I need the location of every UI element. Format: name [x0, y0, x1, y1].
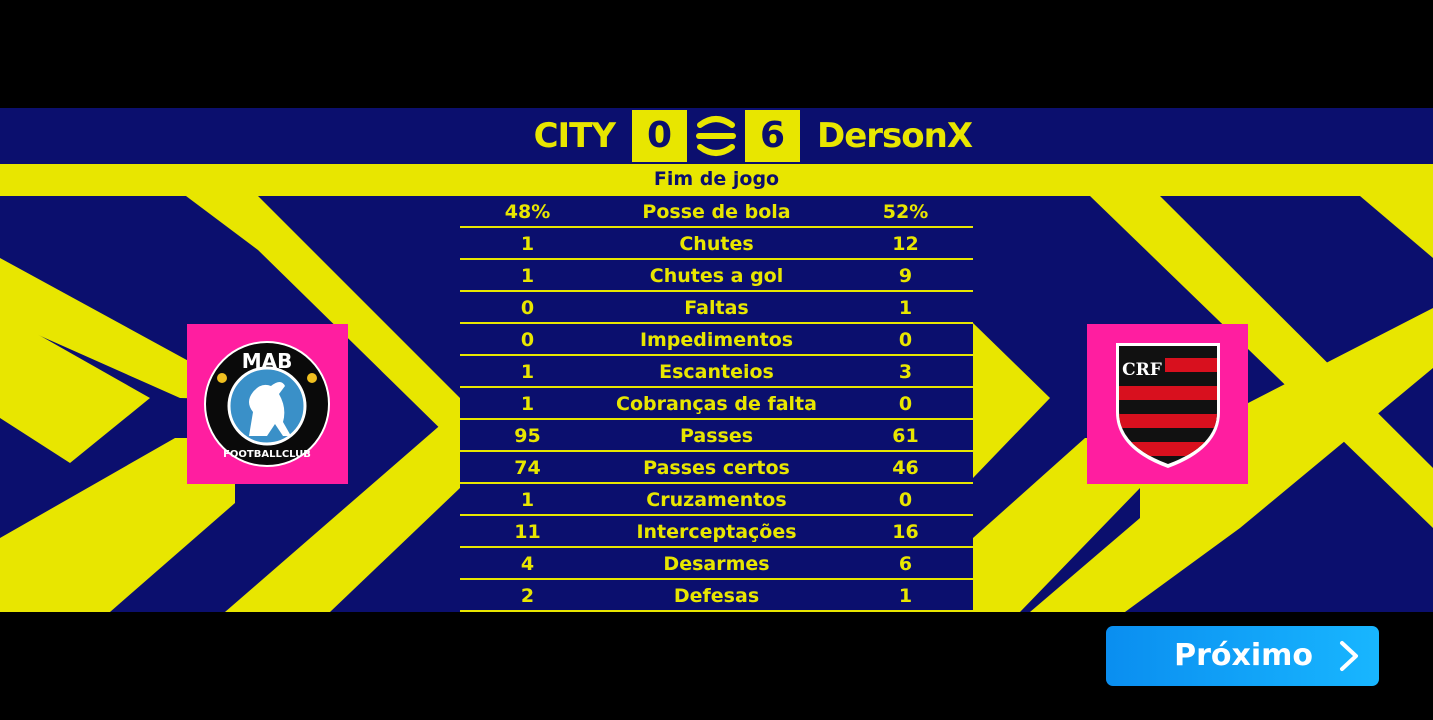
- scoreboard-bar: CITY 0 6 DersonX: [0, 108, 1433, 164]
- stat-away-value: 3: [898, 361, 913, 383]
- stat-label: Chutes: [679, 233, 754, 255]
- stat-home-value: 1: [520, 361, 535, 383]
- stat-row: 0 Faltas 1: [460, 292, 973, 324]
- stat-home-value: 0: [520, 329, 535, 351]
- stat-home-value: 2: [520, 585, 535, 607]
- stat-away-value: 52%: [882, 201, 929, 223]
- stat-row: 11 Interceptações 16: [460, 516, 973, 548]
- stat-away-value: 0: [898, 329, 913, 351]
- next-button-label: Próximo: [1174, 638, 1313, 673]
- stat-away-value: 12: [892, 233, 919, 255]
- stat-label: Posse de bola: [642, 201, 791, 223]
- stat-label: Interceptações: [636, 521, 797, 543]
- home-team-crest: MAB FOOTBALLCLUB: [187, 324, 348, 484]
- match-stats-table: 48% Posse de bola 52% 1 Chutes 12 1 Chutes a go…: [460, 196, 973, 610]
- stat-home-value: 1: [520, 489, 535, 511]
- crest-text-bottom: FOOTBALLCLUB: [223, 449, 311, 460]
- stat-home-value: 4: [520, 553, 535, 575]
- stat-away-value: 9: [898, 265, 913, 287]
- stat-home-value: 11: [514, 521, 541, 543]
- stat-row: 1 Cruzamentos 0: [460, 484, 973, 516]
- next-button[interactable]: Próximo: [1106, 626, 1379, 686]
- stat-row: 74 Passes certos 46: [460, 452, 973, 484]
- stat-label: Passes: [679, 425, 754, 447]
- away-team-name: DersonX: [817, 116, 973, 156]
- stat-row: 1 Chutes a gol 9: [460, 260, 973, 292]
- efootball-logo-icon: [696, 116, 736, 156]
- stat-home-value: 0: [520, 297, 535, 319]
- flamengo-crest-icon: CRF: [1116, 343, 1220, 468]
- stat-label: Impedimentos: [639, 329, 794, 351]
- stat-row: 4 Desarmes 6: [460, 548, 973, 580]
- crest-monogram: CRF: [1122, 360, 1162, 380]
- match-status-strip: Fim de jogo: [0, 164, 1433, 196]
- stat-away-value: 6: [898, 553, 913, 575]
- stat-label: Defesas: [673, 585, 760, 607]
- stat-away-value: 46: [892, 457, 919, 479]
- stat-label: Passes certos: [643, 457, 790, 479]
- home-score: 0: [632, 110, 687, 162]
- stat-label: Cruzamentos: [646, 489, 787, 511]
- stat-away-value: 61: [892, 425, 919, 447]
- stat-label: Cobranças de falta: [616, 393, 817, 415]
- stat-label: Faltas: [684, 297, 749, 319]
- match-status: Fim de jogo: [653, 168, 780, 190]
- stat-away-value: 1: [898, 297, 913, 319]
- stat-away-value: 1: [898, 585, 913, 607]
- stat-home-value: 1: [520, 233, 535, 255]
- stat-row: 48% Posse de bola 52%: [460, 196, 973, 228]
- home-team-name: CITY: [533, 116, 616, 156]
- stat-home-value: 1: [520, 265, 535, 287]
- stat-home-value: 1: [520, 393, 535, 415]
- stat-row: 0 Impedimentos 0: [460, 324, 973, 356]
- away-score: 6: [745, 110, 800, 162]
- crest-text-top: MAB: [242, 349, 293, 373]
- stat-label: Desarmes: [663, 553, 770, 575]
- mab-football-club-crest-icon: MAB FOOTBALLCLUB: [204, 341, 330, 467]
- stat-label: Escanteios: [659, 361, 774, 383]
- away-team-crest: CRF: [1087, 324, 1248, 484]
- stat-away-value: 16: [892, 521, 919, 543]
- chevron-right-icon: [1340, 641, 1358, 671]
- results-screen: CITY 0 6 DersonX Fim de jogo 48% Posse de…: [0, 108, 1433, 612]
- stat-row: 1 Chutes 12: [460, 228, 973, 260]
- stat-away-value: 0: [898, 489, 913, 511]
- stat-away-value: 0: [898, 393, 913, 415]
- stat-home-value: 95: [514, 425, 541, 447]
- stat-row: 1 Escanteios 3: [460, 356, 973, 388]
- stat-row: 95 Passes 61: [460, 420, 973, 452]
- stat-home-value: 74: [514, 457, 541, 479]
- stat-home-value: 48%: [504, 201, 551, 223]
- stat-row: 2 Defesas 1: [460, 580, 973, 610]
- stat-label: Chutes a gol: [649, 265, 784, 287]
- stat-row: 1 Cobranças de falta 0: [460, 388, 973, 420]
